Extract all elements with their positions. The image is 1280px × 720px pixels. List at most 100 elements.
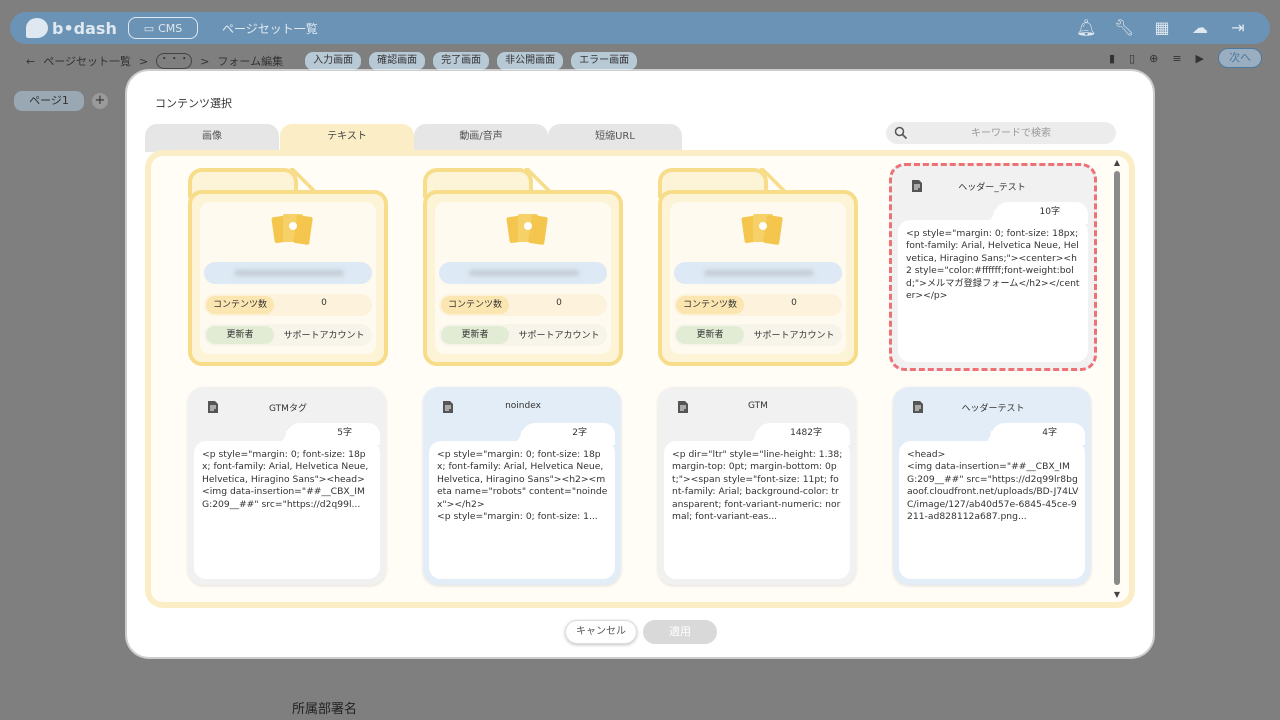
logo-text: b•dash: [52, 18, 117, 38]
cms-button[interactable]: ▭ CMS: [128, 17, 198, 39]
folder-inner: コンテンツ数 0 更新者 サポートアカウント: [200, 202, 376, 354]
folder-inner: コンテンツ数 0 更新者 サポートアカウント: [670, 202, 846, 354]
folder-card[interactable]: コンテンツ数 0 更新者 サポートアカウント: [188, 168, 388, 366]
folder-count-row: コンテンツ数 0: [439, 294, 607, 316]
wrench-icon[interactable]: 🔧︎: [1114, 18, 1134, 38]
grid-icon[interactable]: ▦: [1152, 18, 1172, 38]
updater-label: 更新者: [206, 326, 274, 344]
file-icon[interactable]: ▯: [1129, 52, 1135, 65]
scroll-down-icon[interactable]: ▼: [1113, 591, 1121, 599]
folder-body: コンテンツ数 0 更新者 サポートアカウント: [188, 190, 388, 366]
text-card[interactable]: GTMタグ 5字 <p style="margin: 0; font-size:…: [188, 387, 386, 585]
folder-inner: コンテンツ数 0 更新者 サポートアカウント: [435, 202, 611, 354]
card-title: GTMタグ: [269, 404, 307, 414]
card-title: noindex: [505, 401, 541, 411]
count-value: 0: [556, 298, 562, 308]
updater-label: 更新者: [441, 326, 509, 344]
updater-value: サポートアカウント: [753, 331, 835, 341]
cancel-button[interactable]: キャンセル: [565, 620, 637, 644]
search-icon: [894, 126, 908, 140]
modal-title: コンテンツ選択: [155, 97, 232, 110]
add-page-button[interactable]: +: [92, 93, 108, 109]
folder-count-row: コンテンツ数 0: [674, 294, 842, 316]
page-tab[interactable]: ページ1: [14, 91, 84, 111]
breadcrumb-current: フォーム編集: [217, 55, 284, 68]
text-card[interactable]: ヘッダーテスト 4字 <head> <img data-insertion="#…: [893, 387, 1091, 585]
card-title: ヘッダー_テスト: [958, 183, 1026, 193]
folder-body: コンテンツ数 0 更新者 サポートアカウント: [423, 190, 623, 366]
sub-toolbar-actions: ▮ ▯ ⊕ ≡ ▶ 次へ: [1109, 48, 1262, 68]
count-label: コンテンツ数: [676, 296, 744, 314]
folder-name-field: [204, 262, 372, 284]
folder-updater-row: 更新者 サポートアカウント: [204, 324, 372, 346]
document-icon: [913, 401, 923, 413]
app-header: b•dash ▭ CMS ページセット一覧 🔔︎ 🔧︎ ▦ ☁ ⇥: [10, 12, 1270, 44]
sub-toolbar: ← ページセット一覧 > ・・・ > フォーム編集 入力画面 確認画面 完了画面…: [10, 46, 1270, 74]
card-content: <p style="margin: 0; font-size: 18px; fo…: [194, 441, 380, 579]
search-input[interactable]: [916, 125, 1106, 141]
breadcrumb-ellipsis[interactable]: ・・・: [156, 53, 193, 69]
breadcrumb-root[interactable]: ページセット一覧: [43, 53, 131, 69]
cms-icon: ▭: [143, 21, 155, 35]
card-content: <p style="margin: 0; font-size: 18px; fo…: [429, 441, 615, 579]
folder-updater-row: 更新者 サポートアカウント: [674, 324, 842, 346]
play-icon[interactable]: ▶: [1196, 52, 1204, 65]
folder-card[interactable]: コンテンツ数 0 更新者 サポートアカウント: [658, 168, 858, 366]
count-value: 0: [791, 298, 797, 308]
document-icon: [912, 180, 922, 192]
content-select-modal: コンテンツ選択 画像 テキスト 動画/音声 短縮URL コンテンツ数: [127, 71, 1153, 657]
tab-text[interactable]: テキスト: [280, 124, 414, 152]
card-content: <p dir="ltr" style="line-height: 1.38; m…: [664, 441, 850, 579]
breadcrumb-separator: >: [139, 54, 149, 68]
support-icon[interactable]: ☁: [1190, 18, 1210, 38]
step-error[interactable]: エラー画面: [571, 52, 638, 70]
bell-icon[interactable]: 🔔︎: [1076, 18, 1096, 38]
step-confirm[interactable]: 確認画面: [369, 52, 426, 70]
updater-label: 更新者: [676, 326, 744, 344]
text-card-selected[interactable]: ヘッダー_テスト 10字 <p style="margin: 0; font-s…: [889, 163, 1097, 371]
text-card[interactable]: noindex 2字 <p style="margin: 0; font-siz…: [423, 387, 621, 585]
step-private[interactable]: 非公開画面: [497, 52, 564, 70]
card-title: ヘッダーテスト: [961, 404, 1025, 414]
document-icon: [443, 401, 453, 413]
folder-stack-icon: [741, 214, 783, 245]
breadcrumb: ← ページセット一覧 > ・・・ > フォーム編集 入力画面 確認画面 完了画面…: [26, 52, 638, 70]
text-card[interactable]: GTM 1482字 <p dir="ltr" style="line-heigh…: [658, 387, 856, 585]
next-button[interactable]: 次へ: [1218, 48, 1262, 68]
count-label: コンテンツ数: [441, 296, 509, 314]
updater-value: サポートアカウント: [518, 331, 600, 341]
step-input[interactable]: 入力画面: [305, 52, 362, 70]
folder-count-row: コンテンツ数 0: [204, 294, 372, 316]
document-icon: [678, 401, 688, 413]
folder-card[interactable]: コンテンツ数 0 更新者 サポートアカウント: [423, 168, 623, 366]
folder-body: コンテンツ数 0 更新者 サポートアカウント: [658, 190, 858, 366]
scroll-up-icon[interactable]: ▲: [1113, 159, 1121, 167]
card-content: <head> <img data-insertion="##__CBX_IMG:…: [899, 441, 1085, 579]
tab-short-url[interactable]: 短縮URL: [548, 124, 682, 152]
app-logo[interactable]: b•dash: [26, 16, 117, 40]
tab-video-audio[interactable]: 動画/音声: [414, 124, 548, 152]
logo-icon: [26, 18, 48, 38]
scroll-thumb[interactable]: [1114, 171, 1120, 585]
add-circle-icon[interactable]: ⊕: [1149, 52, 1158, 65]
folder-stack-icon: [506, 214, 548, 245]
search-box: [886, 122, 1116, 144]
breadcrumb-separator: >: [200, 54, 210, 68]
logout-icon[interactable]: ⇥: [1228, 18, 1248, 38]
step-complete[interactable]: 完了画面: [433, 52, 490, 70]
updater-value: サポートアカウント: [283, 331, 365, 341]
header-icons: 🔔︎ 🔧︎ ▦ ☁ ⇥: [1076, 18, 1248, 38]
folder-name-field: [439, 262, 607, 284]
list-icon[interactable]: ≡: [1172, 52, 1181, 65]
count-value: 0: [321, 298, 327, 308]
back-arrow-icon[interactable]: ←: [26, 55, 35, 68]
header-page-title: ページセット一覧: [222, 22, 318, 36]
count-label: コンテンツ数: [206, 296, 274, 314]
content-scrollbar[interactable]: ▲ ▼: [1113, 159, 1121, 599]
tab-image[interactable]: 画像: [145, 124, 279, 152]
document-icon: [208, 401, 218, 413]
bookmark-icon[interactable]: ▮: [1109, 52, 1115, 65]
folder-stack-icon: [271, 214, 313, 245]
folder-updater-row: 更新者 サポートアカウント: [439, 324, 607, 346]
apply-button[interactable]: 適用: [643, 620, 717, 644]
